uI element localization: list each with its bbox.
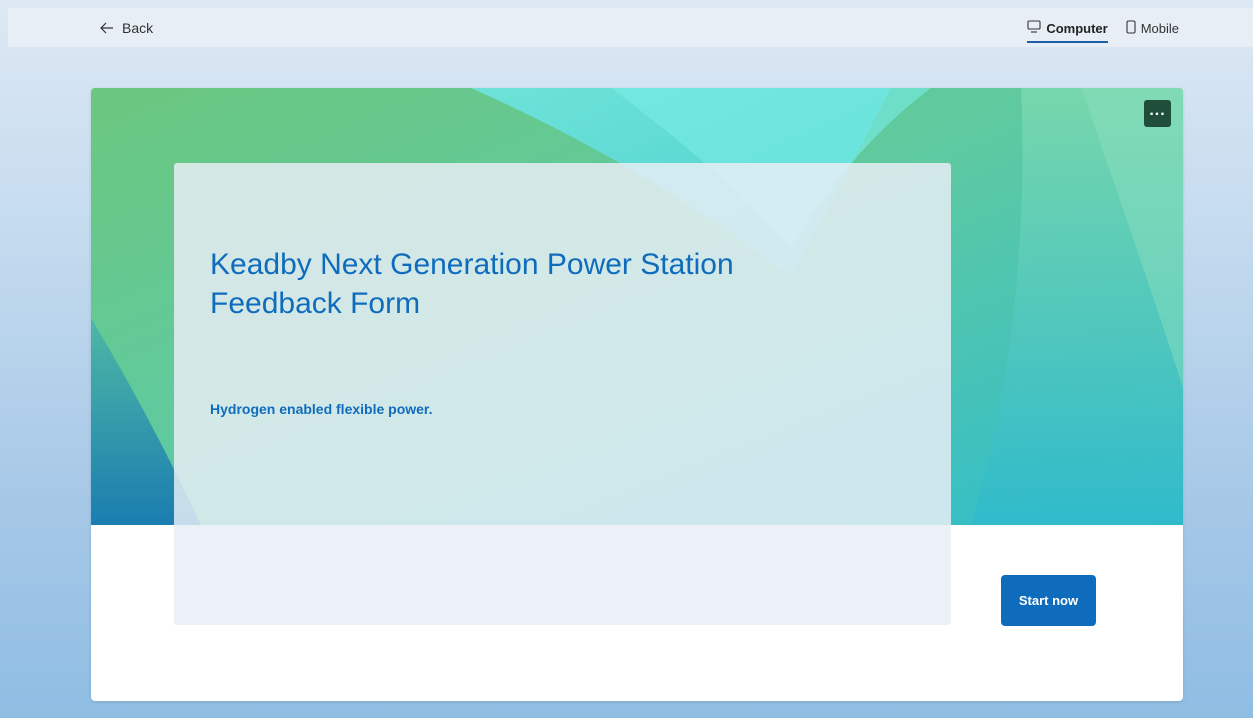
form-title: Keadby Next Generation Power Station Fee… (210, 248, 734, 320)
back-button[interactable]: Back (100, 16, 153, 40)
more-options-button[interactable]: ... (1144, 100, 1171, 127)
back-label: Back (122, 20, 154, 36)
computer-view-label: Computer (1046, 20, 1108, 36)
more-options-icon: ... (1149, 101, 1166, 119)
form-info-panel: Keadby Next Generation Power Station Fee… (174, 163, 951, 625)
mobile-view-tab[interactable]: Mobile (1126, 17, 1179, 39)
start-now-button[interactable]: Start now (1001, 575, 1096, 626)
top-bar: Back Computer Mobile (8, 8, 1253, 47)
phone-icon (1126, 19, 1136, 37)
view-toggle: Computer Mobile (1027, 17, 1179, 43)
arrow-left-icon (100, 22, 114, 34)
mobile-view-label: Mobile (1140, 20, 1179, 36)
form-subtitle: Hydrogen enabled flexible power. (210, 401, 433, 417)
computer-view-tab[interactable]: Computer (1027, 17, 1109, 43)
form-preview-card: ... Keadby Next Generation Power Station… (91, 88, 1183, 701)
monitor-icon (1027, 20, 1041, 36)
